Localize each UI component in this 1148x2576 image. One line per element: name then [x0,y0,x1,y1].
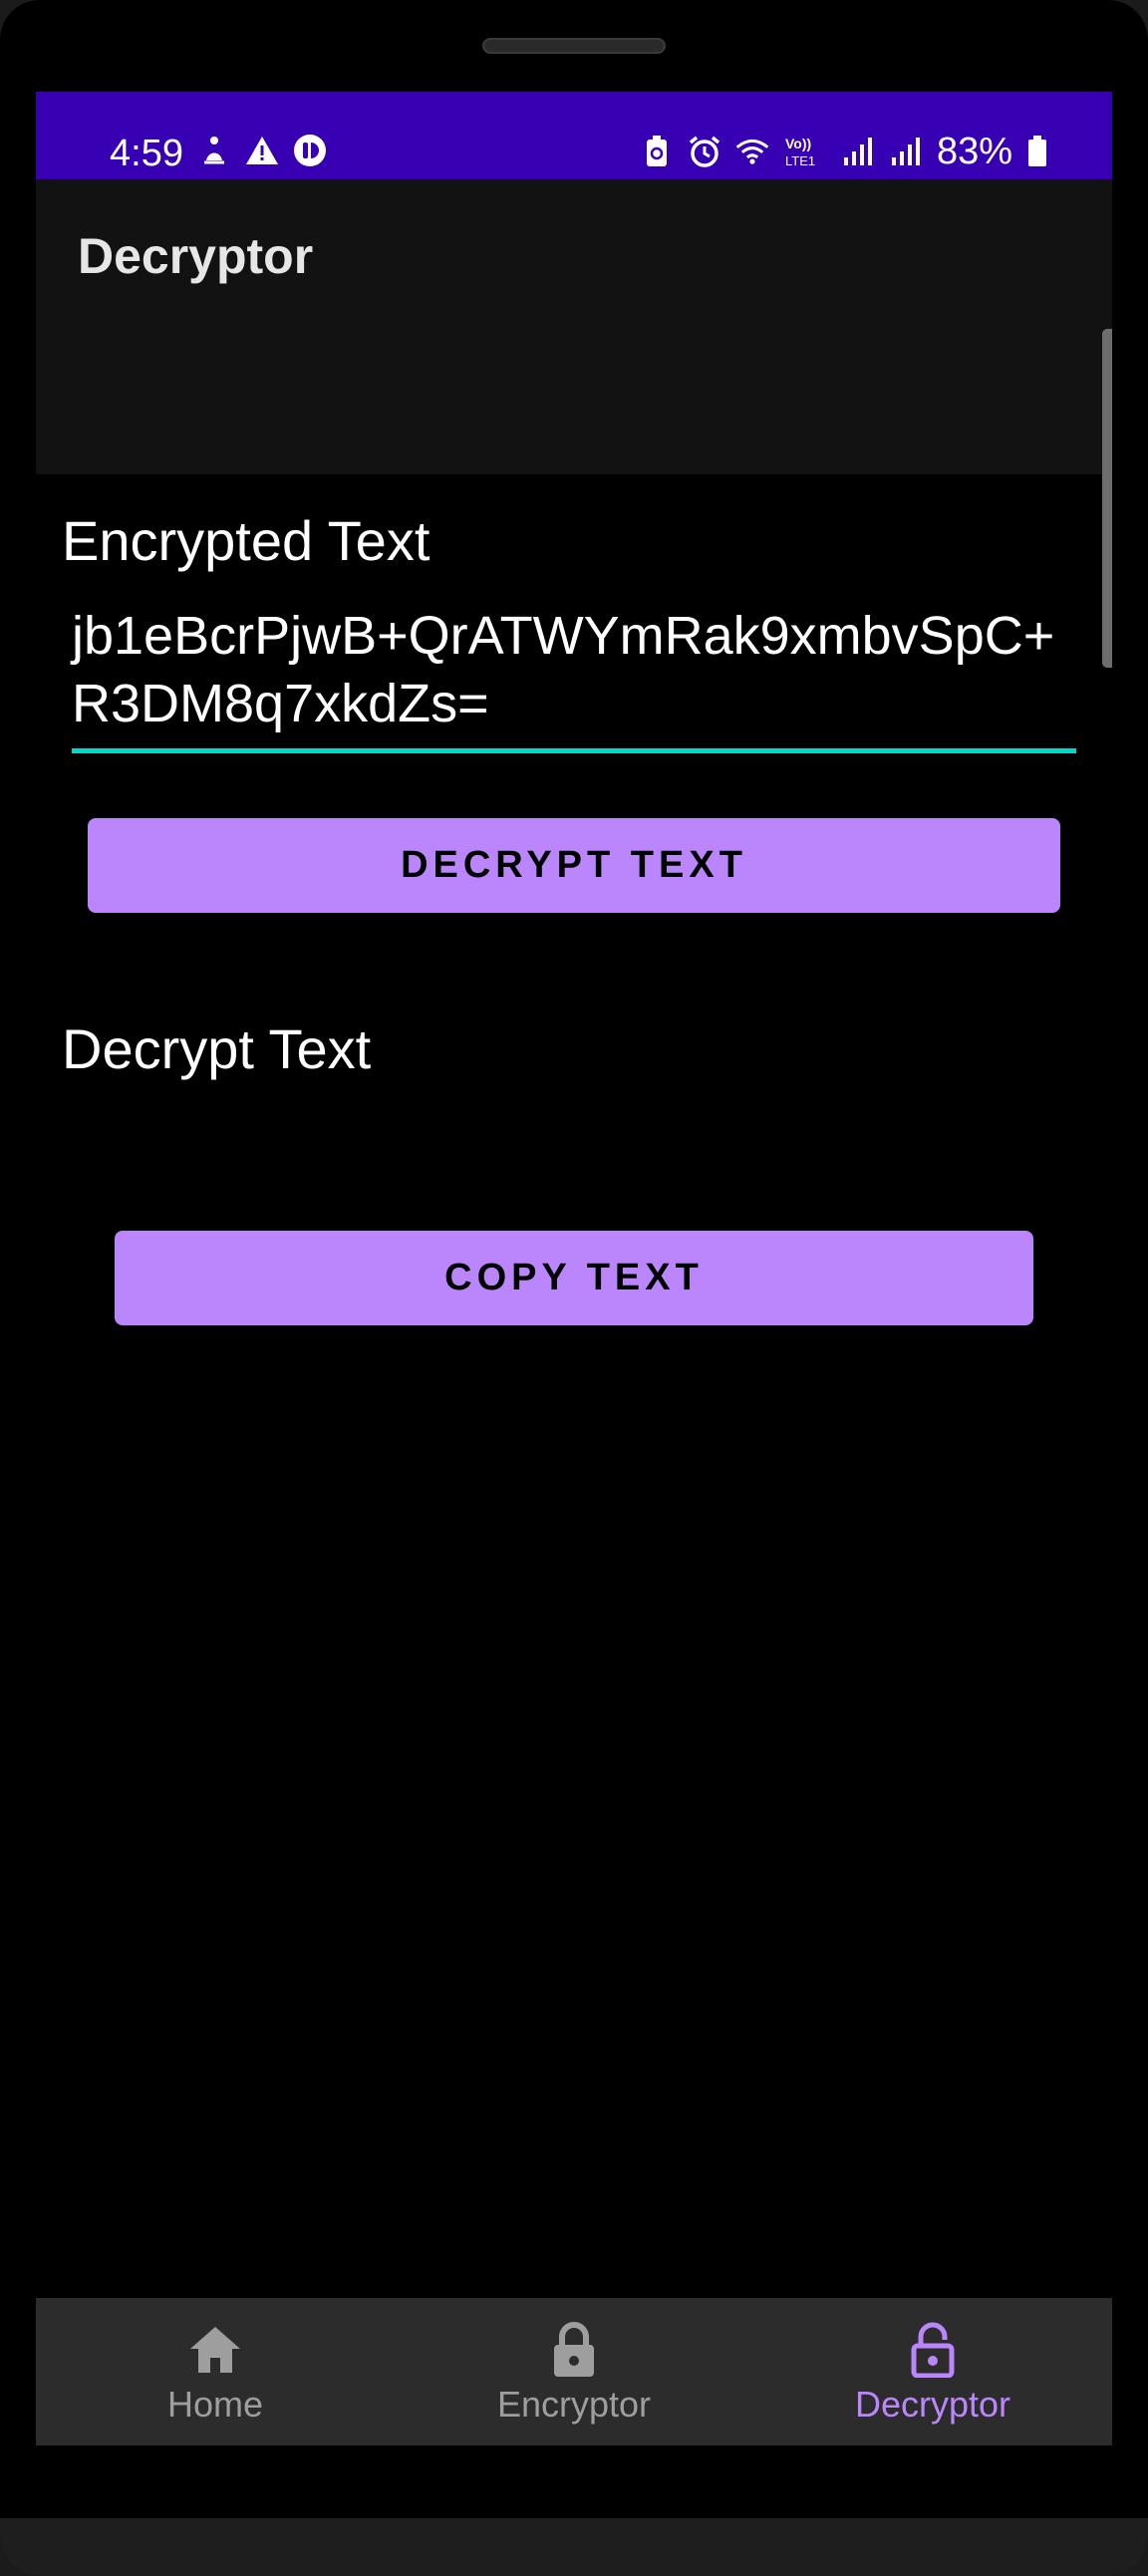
battery-saver-icon [640,135,674,168]
person-icon [197,134,231,167]
earpiece-speaker [482,38,666,54]
nav-item-encryptor[interactable]: Encryptor [395,2298,753,2445]
encrypted-text-value: jb1eBcrPjwB+QrATWYmRak9xmbvSpC+R3DM8q7xk… [72,606,1055,733]
battery-icon [1026,135,1048,168]
phone-frame: 4:59 Vo)) LTE1 83% Decryptor Encrypted T… [0,0,1148,2576]
wifi-icon [735,135,769,168]
scrollbar[interactable] [1102,329,1112,668]
lock-open-icon [905,2322,961,2378]
warning-icon [245,134,279,167]
status-time: 4:59 [110,133,183,174]
volte-icon: Vo)) LTE1 [783,135,827,168]
phone-bottom-bezel [0,2518,1148,2576]
nav-item-decryptor[interactable]: Decryptor [753,2298,1112,2445]
app-notification-icon [293,134,327,167]
app-bar [36,179,1112,474]
nav-item-home[interactable]: Home [36,2298,395,2445]
copy-text-button[interactable]: COPY TEXT [115,1231,1033,1325]
decrypt-text-label: Decrypt Text [62,1017,372,1080]
status-right-icons: Vo)) LTE1 83% [640,132,1048,171]
svg-text:LTE1: LTE1 [785,153,815,168]
status-left-icons [197,134,327,167]
signal-icon-2 [889,135,923,168]
status-bar: 4:59 Vo)) LTE1 83% [36,92,1112,179]
signal-icon [841,135,875,168]
decrypt-text-button[interactable]: DECRYPT TEXT [88,818,1060,913]
nav-label-home: Home [166,2384,264,2425]
screen: 4:59 Vo)) LTE1 83% Decryptor Encrypted T… [36,92,1112,2446]
nav-label-encryptor: Encryptor [496,2384,652,2425]
battery-percent: 83% [936,131,1012,172]
svg-text:Vo)): Vo)) [785,136,811,151]
alarm-icon [688,135,721,168]
app-title: Decryptor [78,228,314,284]
bottom-navigation: Home Encryptor Decryptor [36,2298,1112,2445]
home-icon [187,2322,243,2378]
encrypted-text-label: Encrypted Text [62,509,430,572]
lock-icon [546,2322,602,2378]
encrypted-text-input[interactable]: jb1eBcrPjwB+QrATWYmRak9xmbvSpC+R3DM8q7xk… [72,602,1076,753]
nav-label-decryptor: Decryptor [854,2384,1011,2425]
